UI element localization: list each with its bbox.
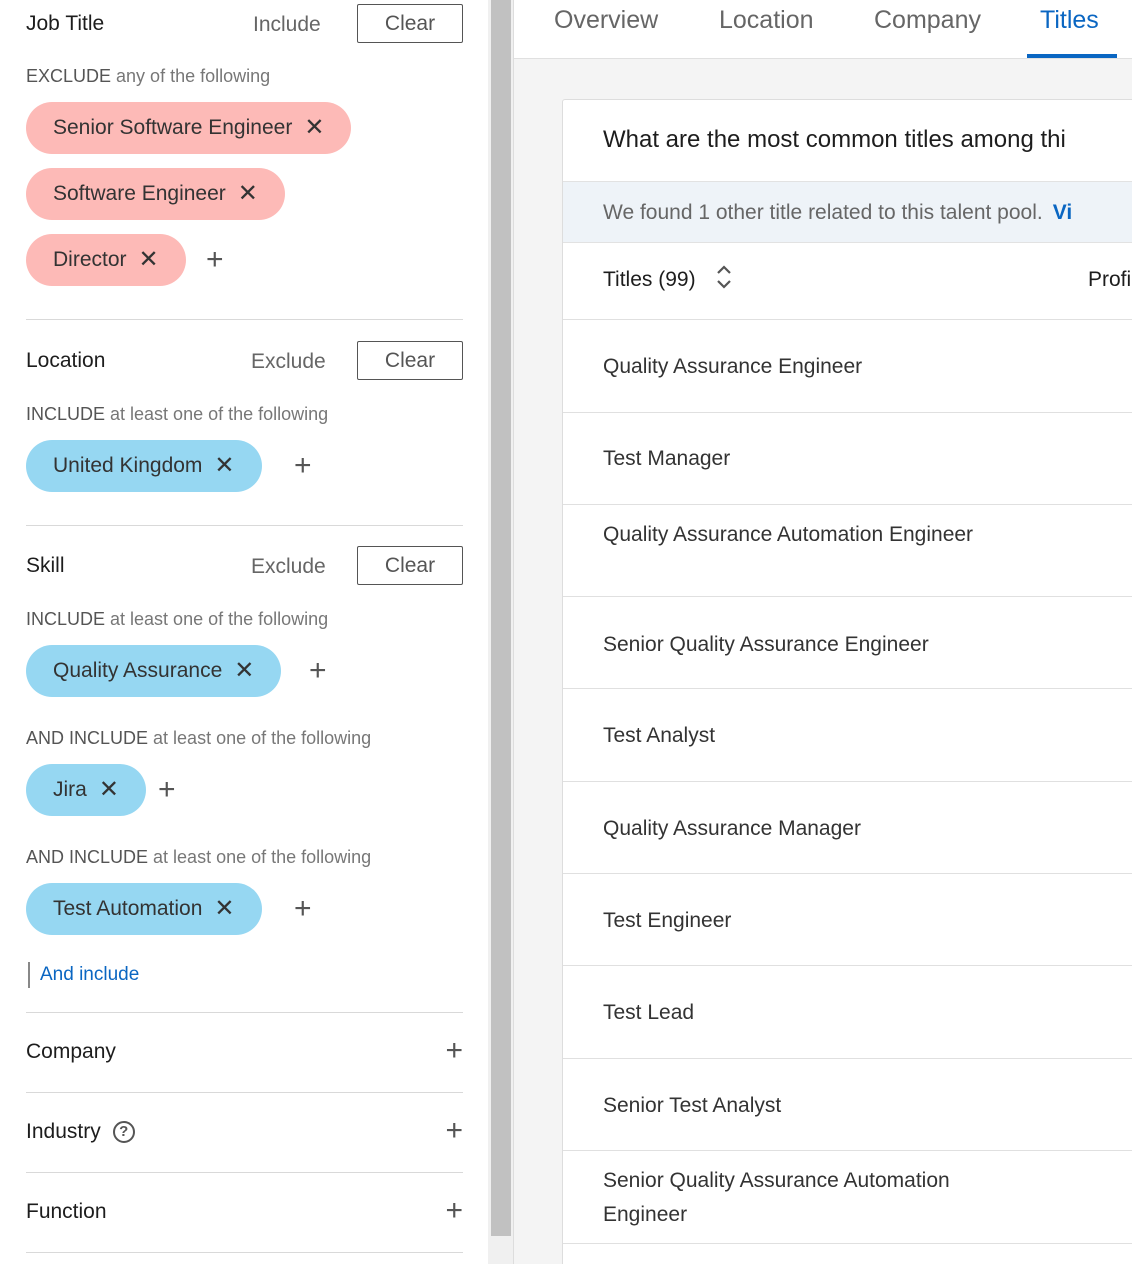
table-row[interactable]: Quality Assurance Automation Engineer [563, 505, 1132, 597]
divider [26, 1012, 463, 1013]
location-rule: INCLUDE at least one of the following [26, 404, 329, 424]
add-company-icon[interactable]: + [445, 1036, 463, 1066]
divider [26, 1252, 463, 1253]
job-title-rule: EXCLUDE any of the following [26, 66, 271, 86]
remove-icon[interactable]: ✕ [214, 897, 234, 921]
add-skill-icon[interactable]: + [294, 894, 312, 924]
location-exclude-toggle[interactable]: Exclude [251, 350, 326, 374]
company-filter-label: Company [26, 1040, 116, 1063]
table-row[interactable]: Test Lead [563, 967, 1132, 1059]
title-cell: Test Engineer [603, 909, 732, 932]
location-label: Location [26, 349, 106, 372]
job-title-tag[interactable]: Senior Software Engineer ✕ [26, 102, 352, 154]
notice-text: We found 1 other title related to this t… [603, 201, 1043, 224]
tab-company[interactable]: Company [874, 6, 981, 35]
related-titles-notice: We found 1 other title related to this t… [563, 181, 1132, 243]
table-row[interactable]: Senior Quality Assurance Engineer [563, 597, 1132, 689]
add-industry-icon[interactable]: + [445, 1116, 463, 1146]
help-icon[interactable]: ? [112, 1121, 135, 1143]
tab-overview[interactable]: Overview [554, 6, 658, 35]
job-title-header: Job Title Include Clear [26, 4, 463, 44]
view-link[interactable]: Vi [1053, 201, 1072, 224]
table-row[interactable]: Quality Assurance Manager [563, 782, 1132, 874]
skill-rule: AND INCLUDE at least one of the followin… [26, 728, 372, 748]
remove-icon[interactable]: ✕ [139, 248, 159, 272]
title-cell: Test Analyst [603, 724, 716, 747]
skill-rule: INCLUDE at least one of the following [26, 609, 329, 629]
skill-tag[interactable]: Jira ✕ [26, 764, 146, 816]
add-skill-icon[interactable]: + [309, 656, 327, 686]
location-header: Location Exclude Clear [26, 341, 463, 381]
company-filter-row[interactable]: Company + [26, 1034, 463, 1074]
skill-header: Skill Exclude Clear [26, 546, 463, 586]
add-function-icon[interactable]: + [445, 1196, 463, 1226]
skill-clear-button[interactable]: Clear [357, 546, 463, 585]
location-clear-button[interactable]: Clear [357, 341, 463, 380]
remove-icon[interactable]: ✕ [99, 778, 119, 802]
job-title-tag[interactable]: Director ✕ [26, 234, 186, 286]
table-row[interactable]: Test Analyst [563, 690, 1132, 782]
skill-label: Skill [26, 554, 65, 577]
title-cell: Senior Quality Assurance Automation Engi… [603, 1169, 950, 1226]
skill-tag[interactable]: Test Automation ✕ [26, 883, 262, 935]
title-cell: Test Lead [603, 1001, 695, 1024]
insights-panel: Overview Location Company Titles What ar… [514, 0, 1132, 1264]
and-include-link[interactable]: And include [28, 962, 139, 988]
remove-icon[interactable]: ✕ [238, 182, 258, 206]
add-skill-icon[interactable]: + [158, 775, 176, 805]
location-tag[interactable]: United Kingdom ✕ [26, 440, 262, 492]
job-title-clear-button[interactable]: Clear [357, 4, 463, 43]
profiles-column-header[interactable]: Profi [1088, 268, 1131, 292]
table-row[interactable]: Quality Assurance Engineer [563, 321, 1132, 413]
table-row[interactable]: Test Manager [563, 413, 1132, 505]
scrollbar-thumb[interactable] [491, 0, 511, 1236]
table-row[interactable]: Senior Quality Assurance Automation Engi… [563, 1152, 1132, 1244]
sort-icon[interactable] [715, 263, 733, 296]
divider [26, 1172, 463, 1173]
table-row[interactable]: Test Engineer [563, 874, 1132, 966]
table-header: Titles (99) Profi [563, 243, 1132, 320]
remove-icon[interactable]: ✕ [304, 116, 324, 140]
card-title: What are the most common titles among th… [603, 126, 1066, 153]
job-title-include-toggle[interactable]: Include [253, 13, 321, 37]
skill-tag[interactable]: Quality Assurance ✕ [26, 645, 282, 697]
skill-rule: AND INCLUDE at least one of the followin… [26, 847, 372, 867]
title-cell: Quality Assurance Manager [603, 817, 861, 840]
add-job-title-icon[interactable]: + [206, 245, 224, 275]
function-filter-row[interactable]: Function + [26, 1194, 463, 1234]
divider [26, 525, 463, 526]
skill-exclude-toggle[interactable]: Exclude [251, 555, 326, 579]
tab-titles[interactable]: Titles [1040, 6, 1099, 35]
titles-card: What are the most common titles among th… [562, 99, 1132, 1264]
tab-bar: Overview Location Company Titles [514, 0, 1132, 59]
job-title-tag[interactable]: Software Engineer ✕ [26, 168, 285, 220]
titles-column-header[interactable]: Titles (99) [603, 268, 696, 292]
title-cell: Senior Quality Assurance Engineer [603, 633, 929, 656]
title-cell: Quality Assurance Engineer [603, 355, 863, 378]
title-cell: Test Manager [603, 447, 731, 470]
add-location-icon[interactable]: + [294, 451, 312, 481]
job-title-label: Job Title [26, 12, 105, 35]
title-cell: Quality Assurance Automation Engineer [603, 523, 974, 546]
title-cell: Senior Test Analyst [603, 1094, 782, 1117]
function-filter-label: Function [26, 1200, 107, 1223]
divider [26, 319, 463, 320]
industry-filter-row[interactable]: Industry? + [26, 1114, 463, 1154]
remove-icon[interactable]: ✕ [214, 454, 234, 478]
remove-icon[interactable]: ✕ [234, 659, 254, 683]
divider [26, 1092, 463, 1093]
tab-location[interactable]: Location [719, 6, 814, 35]
filter-panel: Job Title Include Clear EXCLUDE any of t… [0, 0, 488, 1264]
table-row[interactable]: Senior Test Analyst [563, 1059, 1132, 1151]
industry-filter-label: Industry? [26, 1120, 135, 1144]
active-tab-indicator [1027, 54, 1117, 58]
